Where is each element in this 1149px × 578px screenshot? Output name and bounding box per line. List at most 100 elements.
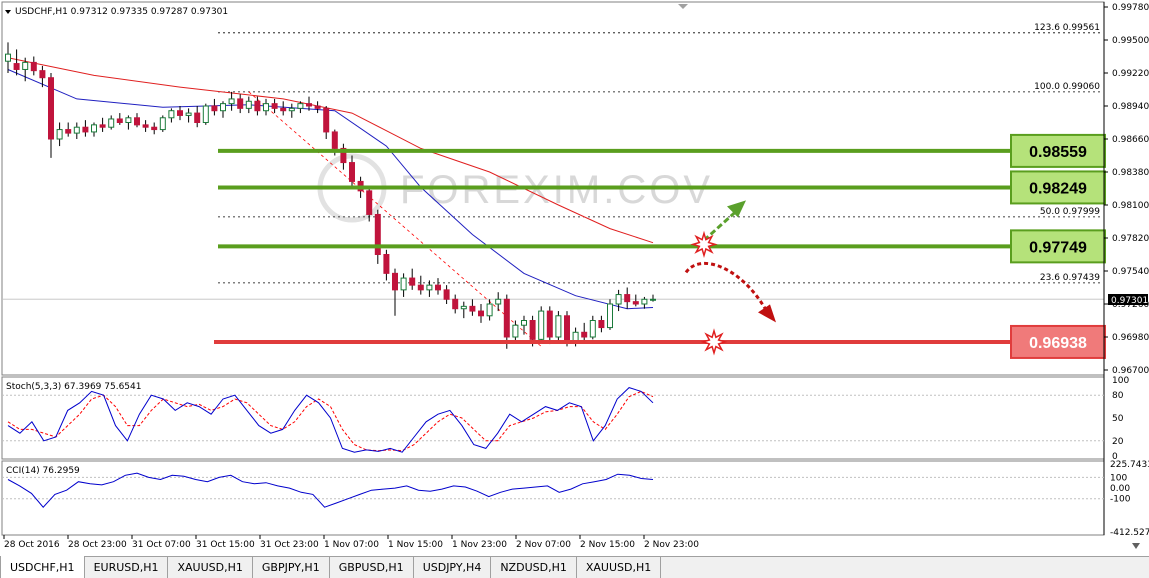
fib-label: 123.6 0.99561 xyxy=(1034,23,1100,33)
level-label: 0.97749 xyxy=(1029,239,1087,256)
watermark-text: FOREXIM.COV xyxy=(400,168,713,212)
current-price-label: 0.97301 xyxy=(1111,296,1148,306)
candle xyxy=(159,115,166,132)
candle-body xyxy=(22,61,29,70)
stoch-tick-label: 20 xyxy=(1112,437,1124,447)
candle-body xyxy=(125,117,132,123)
stoch-tick-label: 80 xyxy=(1112,391,1124,401)
candle-body xyxy=(503,298,510,338)
time-label: 28 Oct 2016 xyxy=(4,540,60,550)
candle-body xyxy=(495,298,502,305)
axis-tick-label: 0.98380 xyxy=(1112,168,1149,178)
fib-label: 50.0 0.97999 xyxy=(1040,207,1100,217)
candle-body xyxy=(306,103,312,107)
candle xyxy=(607,299,613,330)
burst-icon xyxy=(690,230,718,259)
candle-body xyxy=(280,107,287,112)
candle-body xyxy=(168,110,175,119)
tab-gbpusd-h1[interactable]: GBPUSD,H1 xyxy=(330,557,414,578)
candle-body xyxy=(392,272,398,291)
candle-body xyxy=(220,103,226,112)
candle-body xyxy=(73,126,80,134)
candle-body xyxy=(400,277,407,291)
cci-tick-label: -100 xyxy=(1110,495,1131,505)
candle-body xyxy=(13,63,20,70)
candle-body xyxy=(271,103,278,109)
candle-body xyxy=(374,213,381,256)
candle-body xyxy=(116,118,123,124)
candle-body xyxy=(82,126,89,133)
candle-body xyxy=(426,284,433,291)
level-label: 0.98249 xyxy=(1029,180,1087,197)
candle-body xyxy=(177,110,183,116)
axis-tick-label: 0.96700 xyxy=(1112,366,1149,376)
time-label: 1 Nov 15:00 xyxy=(388,540,443,550)
candle-body xyxy=(409,277,416,286)
axis-tick-label: 0.99220 xyxy=(1112,69,1149,79)
candle-body xyxy=(538,310,545,340)
time-label: 28 Oct 23:00 xyxy=(68,540,127,550)
axis-tick-label: 0.98660 xyxy=(1112,135,1149,145)
tab-usdchf-h1[interactable]: USDCHF,H1 xyxy=(0,556,85,578)
candle-body xyxy=(331,131,338,149)
candle-body xyxy=(134,117,140,126)
candle-body xyxy=(185,112,192,116)
axis-tick-label: 0.99500 xyxy=(1112,36,1149,46)
candle-body xyxy=(452,298,459,310)
tab-xauusd-h1[interactable]: XAUUSD,H1 xyxy=(168,557,253,578)
candle-body xyxy=(469,305,476,312)
candle-body xyxy=(529,320,536,340)
tab-xauusd-h1-2[interactable]: XAUUSD,H1 xyxy=(577,557,662,578)
candle-body xyxy=(211,105,218,112)
symbol-header: USDCHF,H1 0.97312 0.97335 0.97287 0.9730… xyxy=(15,7,228,17)
candle-body xyxy=(56,129,63,140)
axis-tick-label: 0.98940 xyxy=(1112,102,1149,112)
level-label: 0.98559 xyxy=(1029,144,1087,161)
candle-body xyxy=(288,107,295,112)
time-label: 31 Oct 15:00 xyxy=(196,540,255,550)
candle xyxy=(202,103,209,125)
candle xyxy=(538,306,545,342)
candle-body xyxy=(48,77,54,140)
cci-tick-label: 0.00 xyxy=(1110,484,1130,494)
candle-body xyxy=(142,124,149,128)
candle-body xyxy=(237,98,244,109)
tab-eurusd-h1[interactable]: EURUSD,H1 xyxy=(85,557,169,578)
axis-tick-label: 0.97540 xyxy=(1112,267,1149,277)
candle-body xyxy=(589,320,596,338)
candle-body xyxy=(349,162,355,182)
burst-icon xyxy=(700,328,728,356)
candle-body xyxy=(297,103,304,109)
stoch-tick-label: 100 xyxy=(1112,376,1129,386)
candle-body xyxy=(30,61,37,72)
candle-body xyxy=(641,298,648,305)
candle-body xyxy=(194,112,201,123)
candle-body xyxy=(512,324,519,338)
candle-body xyxy=(615,294,622,305)
time-label: 31 Oct 23:00 xyxy=(260,540,319,550)
symbol-tabs: USDCHF,H1 EURUSD,H1 XAUUSD,H1 GBPJPY,H1 … xyxy=(0,556,1149,578)
chart-window[interactable]: FOREXIM.COV 123.6 0.99561 100.0 0.99060 50… xyxy=(0,0,1149,578)
candle-body xyxy=(521,320,527,326)
price-chart[interactable]: FOREXIM.COV 123.6 0.99561 100.0 0.99060 50… xyxy=(0,0,1149,556)
candle-body xyxy=(632,301,639,305)
axis-tick-label: 0.96980 xyxy=(1112,333,1149,343)
tab-nzdusd-h1[interactable]: NZDUSD,H1 xyxy=(491,557,577,578)
candle-body xyxy=(650,298,656,301)
tab-gbpjpy-h1[interactable]: GBPJPY,H1 xyxy=(253,557,330,578)
cci-tick-label: 225.7433 xyxy=(1110,460,1149,470)
tab-usdjpy-h4[interactable]: USDJPY,H4 xyxy=(414,557,492,578)
time-label: 31 Oct 07:00 xyxy=(132,540,191,550)
candle-body xyxy=(159,117,166,131)
candle xyxy=(555,311,562,342)
candle-body xyxy=(607,303,613,329)
candle-body xyxy=(555,315,562,338)
candle-body xyxy=(323,107,330,133)
axis-tick-label: 0.98100 xyxy=(1112,201,1149,211)
candle-body xyxy=(624,294,631,303)
candle-body xyxy=(254,100,261,112)
candle-body xyxy=(460,305,467,310)
axis-tick-label: 0.97820 xyxy=(1112,234,1149,244)
candle-body xyxy=(435,284,441,291)
level-label: 0.96938 xyxy=(1029,335,1087,352)
